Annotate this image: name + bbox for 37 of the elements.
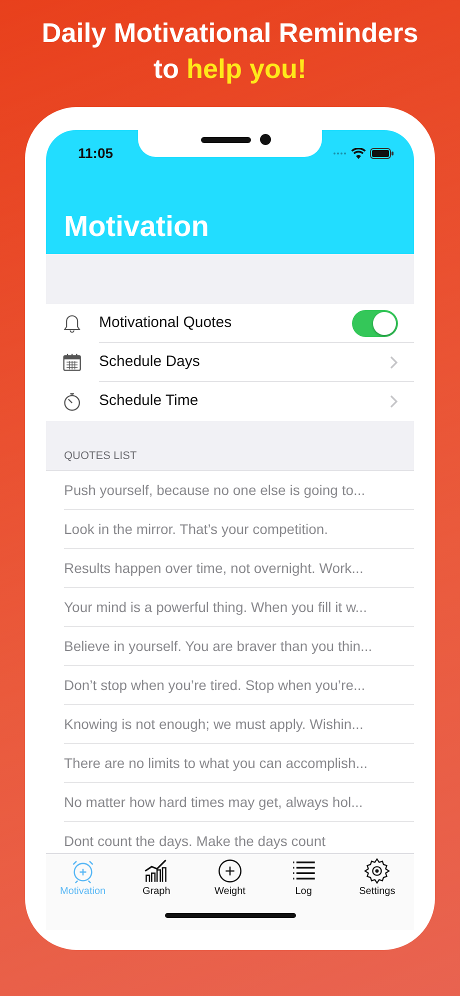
row-label: Motivational Quotes <box>99 312 232 333</box>
row-label: Schedule Days <box>99 352 200 372</box>
chevron-icon <box>390 356 398 368</box>
camera <box>260 134 271 145</box>
headline-text: Daily Motivational Reminders to help you! <box>40 17 420 86</box>
screen-title: Motivation <box>63 210 210 242</box>
calendar-icon <box>62 352 84 374</box>
quote-text[interactable]: Don’t stop when you’re tired. Stop when you’re... <box>64 674 366 696</box>
quote-text[interactable]: No matter how hard times may get, always hol... <box>64 792 363 812</box>
settings-row[interactable]: Motivational Quotes <box>46 304 414 343</box>
settings-row[interactable]: Schedule Days <box>46 343 414 382</box>
settings-icon <box>364 858 390 884</box>
quote-text[interactable]: Look in the mirror. That’s your competition. <box>64 518 328 540</box>
battery-icon <box>370 148 394 158</box>
plus-circle-icon <box>216 858 243 884</box>
toggle-switch[interactable] <box>352 310 398 336</box>
quote-text[interactable]: Your mind is a powerful thing. When you fill it w... <box>64 596 367 618</box>
quote-text[interactable]: Results happen over time, not overnight. Work... <box>64 558 364 578</box>
quote-text[interactable]: Push yourself, because no one else is going to... <box>64 480 366 500</box>
status-time: 11:05 <box>78 144 114 162</box>
chevron-icon <box>390 395 398 408</box>
settings-row[interactable]: Schedule Time <box>46 382 414 421</box>
speaker <box>201 137 251 143</box>
tab-item[interactable]: Motivation <box>52 858 113 899</box>
quote-text[interactable]: Believe in yourself. You are braver than you thin... <box>64 636 372 656</box>
signal-icon <box>333 152 347 154</box>
wifi-icon <box>351 148 366 158</box>
quote-text[interactable]: There are no limits to what you can accomplish... <box>64 752 368 774</box>
bar-chart-icon <box>143 858 170 884</box>
quote-text[interactable]: Knowing is not enough; we must apply. Wishin... <box>64 714 364 734</box>
tab-item[interactable]: Graph <box>126 858 186 899</box>
section-header: QUOTES LIST <box>64 448 137 464</box>
tab-item[interactable]: Log <box>274 858 334 899</box>
row-label: Schedule Time <box>99 391 198 412</box>
tab-item[interactable]: Settings <box>347 858 408 899</box>
tab-item[interactable]: Weight <box>200 858 260 899</box>
quote-text[interactable]: Dont count the days. Make the days count <box>64 830 326 852</box>
